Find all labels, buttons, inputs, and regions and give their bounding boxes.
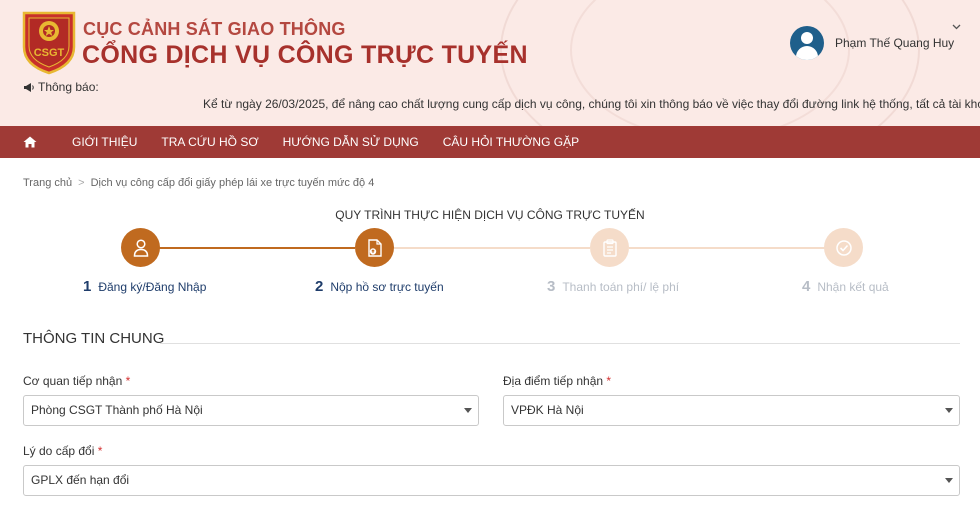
megaphone-icon	[24, 82, 34, 92]
step-3-label: 3 Thanh toán phí/ lệ phí	[547, 278, 679, 295]
main-nav: GIỚI THIỆU TRA CỨU HỒ SƠ HƯỚNG DẪN SỬ DỤ…	[0, 126, 980, 158]
step-connector-3	[629, 247, 825, 249]
nav-item-huong-dan-su-dung[interactable]: HƯỚNG DẪN SỬ DỤNG	[271, 126, 431, 158]
csgt-logo[interactable]: CSGT	[22, 9, 76, 75]
section-title: THÔNG TIN CHUNG	[23, 330, 165, 347]
breadcrumb-home[interactable]: Trang chủ	[23, 177, 72, 189]
nav-home[interactable]	[0, 126, 60, 158]
step-4-circle	[824, 228, 863, 267]
location-label-text: Địa điểm tiếp nhận	[503, 374, 604, 388]
step-3-text: Thanh toán phí/ lệ phí	[562, 280, 680, 294]
caret-down-icon[interactable]	[945, 408, 953, 413]
logo-text: CSGT	[34, 47, 65, 59]
step-4-label: 4 Nhận kết quả	[802, 278, 889, 295]
chevron-down-icon[interactable]	[952, 24, 961, 30]
home-icon[interactable]	[23, 136, 37, 148]
nav-item-cau-hoi-thuong-gap[interactable]: CÂU HỎI THƯỜNG GẶP	[431, 126, 591, 158]
agency-select-value: Phòng CSGT Thành phố Hà Nội	[31, 403, 203, 417]
step-2-number: 2	[315, 278, 324, 295]
agency-select[interactable]: Phòng CSGT Thành phố Hà Nội	[23, 395, 479, 426]
nav-item-tra-cuu-ho-so[interactable]: TRA CỨU HỒ SƠ	[149, 126, 270, 158]
avatar[interactable]	[790, 26, 824, 60]
required-mark: *	[125, 374, 131, 388]
step-2-circle	[355, 228, 394, 267]
user-icon	[133, 238, 148, 257]
reason-select-value: GPLX đến hạn đổi	[31, 473, 130, 487]
caret-down-icon[interactable]	[464, 408, 472, 413]
site-header: CSGT CỤC CẢNH SÁT GIAO THÔNG CỔNG DỊCH V…	[0, 0, 980, 126]
location-select[interactable]: VPĐK Hà Nội	[503, 395, 960, 426]
step-2-text: Nộp hồ sơ trực tuyến	[330, 280, 444, 294]
check-circle-icon	[835, 239, 852, 256]
reason-label-text: Lý do cấp đổi	[23, 444, 95, 458]
agency-label-text: Cơ quan tiếp nhận	[23, 374, 123, 388]
agency-name: CỤC CẢNH SÁT GIAO THÔNG	[83, 19, 346, 39]
notice-label-text: Thông báo:	[38, 80, 99, 94]
process-steps: 1 Đăng ký/Đăng Nhập 2 Nộp hồ sơ trực tuy…	[0, 228, 980, 298]
document-upload-icon	[367, 238, 382, 257]
location-select-value: VPĐK Hà Nội	[511, 403, 584, 417]
step-3-number: 3	[547, 278, 556, 295]
step-4-text: Nhận kết quả	[817, 280, 889, 294]
notice-label: Thông báo:	[23, 80, 99, 94]
step-connector-1	[159, 247, 355, 249]
user-menu[interactable]: Phạm Thế Quang Huy	[790, 24, 961, 60]
agency-field-label: Cơ quan tiếp nhận *	[23, 374, 130, 388]
step-3-circle	[590, 228, 629, 267]
reason-select[interactable]: GPLX đến hạn đổi	[23, 465, 960, 496]
step-2-label: 2 Nộp hồ sơ trực tuyến	[315, 278, 444, 295]
reason-field-label: Lý do cấp đổi *	[23, 444, 102, 458]
caret-down-icon[interactable]	[945, 478, 953, 483]
clipboard-icon	[602, 238, 617, 257]
breadcrumb-separator: >	[78, 177, 85, 189]
breadcrumb: Trang chủ > Dịch vụ công cấp đổi giấy ph…	[23, 177, 374, 189]
step-1-number: 1	[83, 278, 92, 295]
process-title: QUY TRÌNH THỰC HIỆN DỊCH VỤ CÔNG TRỰC TU…	[335, 208, 645, 222]
breadcrumb-current: Dịch vụ công cấp đổi giấy phép lái xe tr…	[90, 177, 375, 189]
location-field-label: Địa điểm tiếp nhận *	[503, 374, 611, 388]
nav-item-gioi-thieu[interactable]: GIỚI THIỆU	[60, 126, 149, 158]
user-name[interactable]: Phạm Thế Quang Huy	[835, 36, 954, 50]
notice-marquee[interactable]: Kể từ ngày 26/03/2025, để nâng cao chất …	[203, 97, 980, 111]
required-mark: *	[606, 374, 612, 388]
step-1-text: Đăng ký/Đăng Nhập	[98, 280, 207, 294]
step-4-number: 4	[802, 278, 811, 295]
step-connector-2	[394, 247, 590, 249]
required-mark: *	[97, 444, 103, 458]
portal-title: CỔNG DỊCH VỤ CÔNG TRỰC TUYẾN	[82, 41, 528, 69]
step-1-circle	[121, 228, 160, 267]
step-1-label: 1 Đăng ký/Đăng Nhập	[83, 278, 206, 295]
section-divider	[160, 343, 960, 344]
